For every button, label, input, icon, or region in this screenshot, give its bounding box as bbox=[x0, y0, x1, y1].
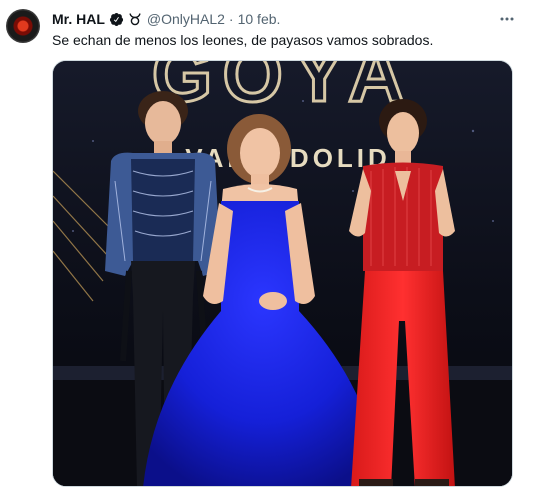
taurus-icon bbox=[128, 12, 142, 26]
tweet-text: Se echan de menos los leones, de payasos… bbox=[52, 32, 434, 48]
backdrop-title: GOYA bbox=[152, 61, 415, 118]
tweet-date[interactable]: 10 feb. bbox=[238, 11, 281, 27]
tweet-card[interactable]: Mr. HAL @OnlyHAL2 · 10 feb. Se echan de … bbox=[0, 0, 534, 489]
separator-dot: · bbox=[228, 11, 234, 27]
tweet-media-photo[interactable]: GOYA VALLADOLID bbox=[52, 60, 513, 487]
display-name[interactable]: Mr. HAL bbox=[52, 11, 105, 27]
tweet-header: Mr. HAL @OnlyHAL2 · 10 feb. bbox=[52, 10, 280, 28]
verified-badge-icon bbox=[109, 12, 124, 27]
avatar[interactable] bbox=[6, 9, 40, 43]
more-options-icon bbox=[500, 17, 514, 21]
more-options-button[interactable] bbox=[496, 10, 518, 28]
user-handle[interactable]: @OnlyHAL2 bbox=[147, 11, 225, 27]
